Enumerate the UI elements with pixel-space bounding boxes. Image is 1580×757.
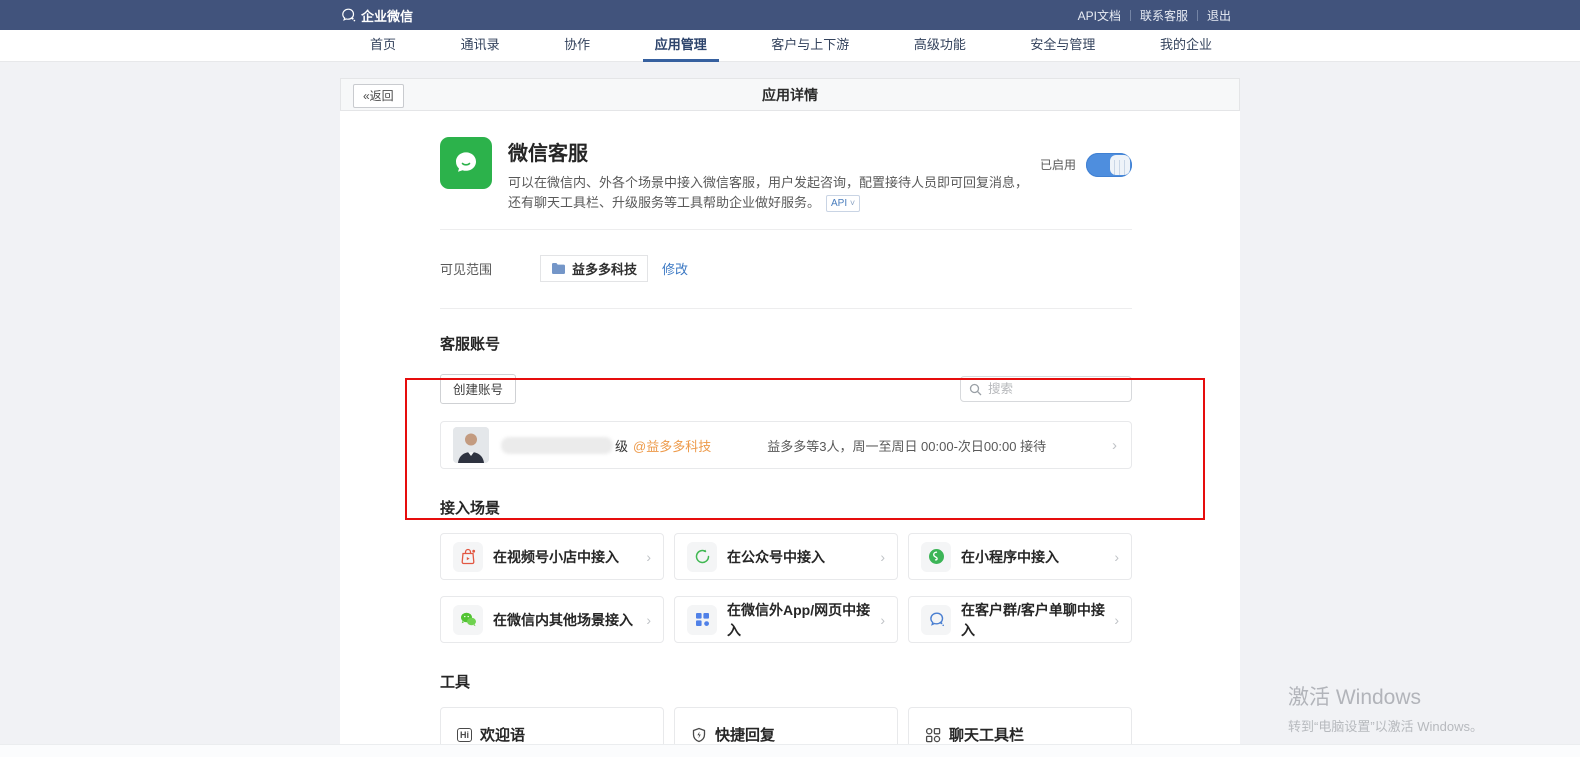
scene-card-channels-shop[interactable]: 在视频号小店中接入 xyxy=(440,533,664,580)
wework-logo-icon xyxy=(340,7,356,23)
account-row[interactable]: 级 @益多多科技 益多多等3人，周一至周日 00:00-次日00:00 接待 xyxy=(440,421,1132,469)
chat-toolbar-icon xyxy=(925,727,941,743)
nav-my-company[interactable]: 我的企业 xyxy=(1158,30,1214,62)
welcome-hi-icon: Hi xyxy=(457,728,472,742)
mini-program-icon xyxy=(921,542,951,572)
app-grid-icon xyxy=(687,605,717,635)
nav-advanced[interactable]: 高级功能 xyxy=(912,30,968,62)
scene-grid: 在视频号小店中接入 在公众号中接入 在小程序中接入 xyxy=(440,533,1132,643)
org-mention: @益多多科技 xyxy=(633,436,711,455)
app-description: 可以在微信内、外各个场景中接入微信客服，用户发起咨询，配置接待人员即可回复消息，… xyxy=(508,173,1040,213)
panel-header: «返回 应用详情 xyxy=(340,78,1240,111)
divider xyxy=(440,229,1132,230)
app-state: 已启用 xyxy=(1040,137,1132,213)
toggle-knob xyxy=(1110,155,1130,175)
scene-label: 在小程序中接入 xyxy=(961,547,1059,567)
folder-icon xyxy=(551,262,566,275)
visible-range-row: 可见范围 益多多科技 修改 xyxy=(440,254,1132,282)
divider xyxy=(440,308,1132,309)
brand-label: 企业微信 xyxy=(361,6,413,25)
app-meta: 微信客服 可以在微信内、外各个场景中接入微信客服，用户发起咨询，配置接待人员即可… xyxy=(508,137,1040,213)
create-account-button[interactable]: 创建账号 xyxy=(440,374,516,404)
scene-card-official-account[interactable]: 在公众号中接入 xyxy=(674,533,898,580)
back-button[interactable]: «返回 xyxy=(353,84,404,108)
contact-support-link[interactable]: 联系客服 xyxy=(1131,7,1197,24)
chevron-down-icon: ˅ xyxy=(850,198,855,208)
windows-activation-watermark: 激活 Windows 转到“电脑设置”以激活 Windows。 xyxy=(1288,681,1483,735)
org-name: 益多多科技 xyxy=(572,259,637,278)
channels-shop-icon xyxy=(453,542,483,572)
app-header: 微信客服 可以在微信内、外各个场景中接入微信客服，用户发起咨询，配置接待人员即可… xyxy=(440,137,1132,213)
avatar xyxy=(453,427,489,463)
search-input[interactable] xyxy=(988,382,1123,396)
account-toolbar: 创建账号 xyxy=(440,374,1132,404)
scene-label: 在公众号中接入 xyxy=(727,547,825,567)
wechat-icon xyxy=(453,605,483,635)
main-nav: 首页 通讯录 协作 应用管理 客户与上下游 高级功能 安全与管理 我的企业 xyxy=(0,30,1580,62)
topbar: 企业微信 API文档 联系客服 退出 xyxy=(0,0,1580,30)
tools-section-title: 工具 xyxy=(440,671,1132,692)
bottom-strip xyxy=(0,744,1580,757)
logout-link[interactable]: 退出 xyxy=(1198,7,1240,24)
tool-title: 欢迎语 xyxy=(480,724,525,745)
visible-range-label: 可见范围 xyxy=(440,259,540,278)
official-account-icon xyxy=(687,542,717,572)
app-name: 微信客服 xyxy=(508,137,1040,166)
topbar-links: API文档 联系客服 退出 xyxy=(1069,7,1240,24)
nav-contacts[interactable]: 通讯录 xyxy=(459,30,502,62)
wechat-customer-service-app-icon xyxy=(440,137,492,189)
scene-card-mini-program[interactable]: 在小程序中接入 xyxy=(908,533,1132,580)
account-info: 益多多等3人，周一至周日 00:00-次日00:00 接待 xyxy=(767,436,1046,455)
customer-chat-icon xyxy=(921,605,951,635)
nav-collaboration[interactable]: 协作 xyxy=(562,30,592,62)
nav-security[interactable]: 安全与管理 xyxy=(1028,30,1097,62)
redacted-name-blur xyxy=(501,437,613,454)
scene-card-customer-chat[interactable]: 在客户群/客户单聊中接入 xyxy=(908,596,1132,643)
api-chip-label: API xyxy=(831,198,847,209)
chevron-right-icon xyxy=(880,613,885,627)
panel-body: 微信客服 可以在微信内、外各个场景中接入微信客服，用户发起咨询，配置接待人员即可… xyxy=(340,111,1240,757)
scene-label: 在微信内其他场景接入 xyxy=(493,610,633,630)
search-icon xyxy=(969,383,982,396)
scene-card-wechat-other[interactable]: 在微信内其他场景接入 xyxy=(440,596,664,643)
tool-title: 聊天工具栏 xyxy=(949,724,1024,745)
search-box[interactable] xyxy=(960,376,1132,402)
tool-title: 快捷回复 xyxy=(715,724,775,745)
chevron-right-icon xyxy=(1112,438,1117,453)
chevron-right-icon xyxy=(1114,613,1119,627)
app-detail-panel: «返回 应用详情 微信客服 可以在微信内、外各个场景中接入微信客服，用户发起咨询… xyxy=(340,78,1240,757)
scene-card-external-app[interactable]: 在微信外App/网页中接入 xyxy=(674,596,898,643)
nav-app-management[interactable]: 应用管理 xyxy=(653,30,709,62)
page-title: 应用详情 xyxy=(762,85,818,105)
nav-customers[interactable]: 客户与上下游 xyxy=(769,30,851,62)
watermark-line1: 激活 Windows xyxy=(1288,681,1483,711)
quick-reply-icon xyxy=(691,727,707,743)
scene-label: 在客户群/客户单聊中接入 xyxy=(961,600,1114,640)
scene-label: 在微信外App/网页中接入 xyxy=(727,600,880,640)
chevron-right-icon xyxy=(646,613,651,627)
scene-label: 在视频号小店中接入 xyxy=(493,547,619,567)
watermark-line2: 转到“电脑设置”以激活 Windows。 xyxy=(1288,716,1483,735)
api-dropdown-chip[interactable]: API ˅ xyxy=(826,195,860,212)
org-chip: 益多多科技 xyxy=(540,255,648,282)
scene-section-title: 接入场景 xyxy=(440,497,1132,518)
app-description-text: 可以在微信内、外各个场景中接入微信客服，用户发起咨询，配置接待人员即可回复消息，… xyxy=(508,175,1028,210)
chevron-right-icon xyxy=(880,550,885,564)
edit-range-link[interactable]: 修改 xyxy=(662,259,688,278)
brand: 企业微信 xyxy=(340,6,413,25)
account-name-suffix: 级 xyxy=(615,436,628,455)
chevron-right-icon xyxy=(646,550,651,564)
account-name: 级 @益多多科技 xyxy=(501,436,711,455)
api-docs-link[interactable]: API文档 xyxy=(1069,7,1130,24)
enabled-status-label: 已启用 xyxy=(1040,153,1076,177)
chevron-right-icon xyxy=(1114,550,1119,564)
account-section-title: 客服账号 xyxy=(440,333,1132,354)
nav-home[interactable]: 首页 xyxy=(368,30,398,62)
enable-toggle[interactable] xyxy=(1086,153,1132,177)
